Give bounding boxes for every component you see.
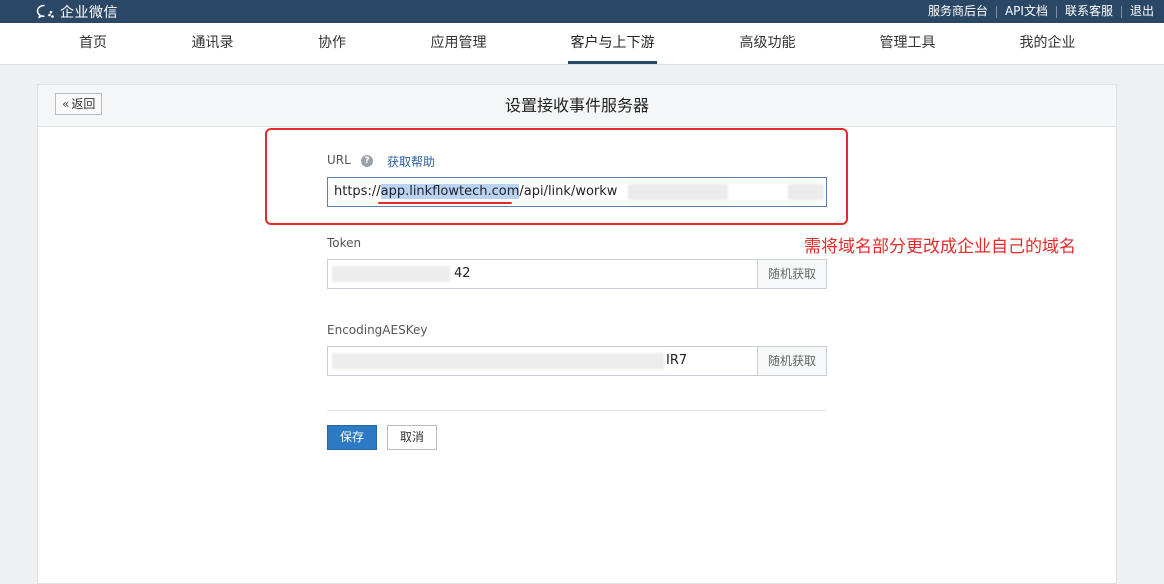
aes-key-value-tail: IR7 [666,353,688,368]
top-link-support[interactable]: 联系客服 [1057,0,1121,23]
redacted-blur [332,266,450,282]
annotation-highlight-box [265,128,848,225]
top-link-provider[interactable]: 服务商后台 [920,0,996,23]
token-input[interactable]: 42 随机获取 [327,259,827,289]
back-button[interactable]: « 返回 [55,93,103,115]
nav-home[interactable]: 首页 [79,23,107,64]
redacted-blur [332,353,664,369]
main-nav: 首页 通讯录 协作 应用管理 客户与上下游 高级功能 管理工具 我的企业 [0,23,1164,65]
token-label: Token [327,236,362,250]
top-link-api-docs[interactable]: API文档 [997,0,1056,23]
aes-key-label: EncodingAESKey [327,323,428,337]
aes-key-random-button[interactable]: 随机获取 [757,347,826,375]
nav-app-management[interactable]: 应用管理 [430,23,487,64]
nav-my-company[interactable]: 我的企业 [1019,23,1076,64]
wecom-logo-icon [36,4,54,19]
nav-contacts[interactable]: 通讯录 [191,23,234,64]
nav-advanced[interactable]: 高级功能 [739,23,796,64]
logo-text: 企业微信 [60,4,118,21]
logo[interactable]: 企业微信 [36,0,118,23]
back-button-label: 返回 [71,97,96,111]
token-random-button[interactable]: 随机获取 [757,260,826,288]
form-divider [327,410,827,411]
nav-tools[interactable]: 管理工具 [879,23,936,64]
top-links: 服务商后台 API文档 联系客服 退出 [920,0,1164,23]
double-chevron-left-icon: « [62,97,70,111]
nav-collaboration[interactable]: 协作 [318,23,346,64]
token-value-tail: 42 [454,266,471,281]
annotation-note: 需将域名部分更改成企业自己的域名 [804,237,1076,257]
top-bar: 企业微信 服务商后台 API文档 联系客服 退出 [0,0,1164,23]
nav-customers-active[interactable]: 客户与上下游 [568,23,657,64]
top-link-logout[interactable]: 退出 [1122,0,1164,23]
page-title: 设置接收事件服务器 [504,96,649,115]
panel-header: 设置接收事件服务器 « 返回 [38,85,1116,127]
save-button[interactable]: 保存 [327,425,377,450]
cancel-button[interactable]: 取消 [387,425,437,450]
annotation-underline [378,202,512,204]
aes-key-input[interactable]: IR7 随机获取 [327,346,827,376]
